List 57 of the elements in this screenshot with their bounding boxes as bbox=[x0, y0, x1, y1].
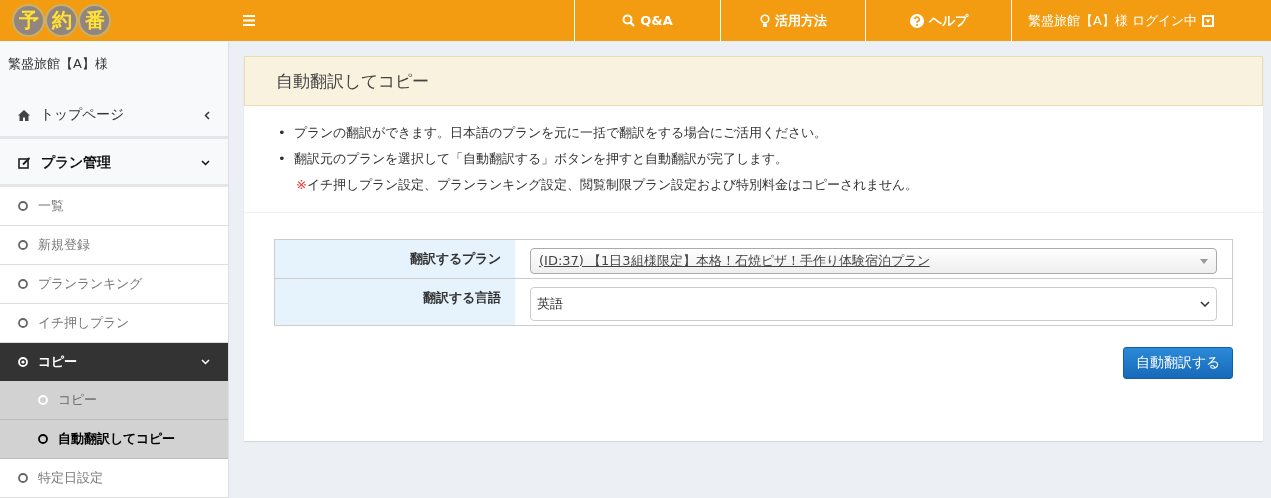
menu-icon[interactable] bbox=[243, 15, 255, 26]
sidebar-sublink[interactable]: 自動翻訳してコピー bbox=[0, 420, 228, 459]
circle-icon bbox=[38, 434, 48, 444]
note-text: 翻訳元のプランを選択して「自動翻訳する」ボタンを押すと自動翻訳が完了します。 bbox=[294, 150, 788, 168]
chevron-down-icon bbox=[1200, 301, 1210, 307]
sublink-label: 自動翻訳してコピー bbox=[58, 430, 175, 448]
nav-label: 活用方法 bbox=[774, 11, 827, 30]
sublink-label: コピー bbox=[58, 391, 97, 409]
nav-label: Q&A bbox=[640, 13, 673, 28]
group-label: コピー bbox=[38, 353, 78, 371]
sidebar-group[interactable]: コピー bbox=[0, 343, 228, 381]
translate-button[interactable]: 自動翻訳する bbox=[1123, 347, 1233, 379]
circle-icon bbox=[38, 395, 48, 405]
dropdown-arrow-icon bbox=[1200, 258, 1208, 264]
form-label: 翻訳する言語 bbox=[275, 279, 515, 325]
section-label: プラン管理 bbox=[41, 154, 112, 172]
sidebar-link[interactable]: 特定日設定 bbox=[0, 459, 228, 498]
plan-select[interactable]: (ID:37) 【1日3組様限定】本格！石焼ピザ！手作り体験宿泊プラン bbox=[530, 248, 1217, 274]
user-name: 繁盛旅館【A】様 bbox=[7, 55, 109, 73]
help-icon bbox=[909, 13, 924, 28]
circle-icon bbox=[18, 240, 28, 250]
circle-icon bbox=[18, 318, 28, 328]
nav-label: 繁盛旅館【A】様 ログイン中 bbox=[1028, 11, 1198, 30]
sidebar-link[interactable]: 新規登録 bbox=[0, 226, 228, 265]
chevron-down-icon bbox=[201, 359, 210, 365]
sidebar-link[interactable]: プランランキング bbox=[0, 265, 228, 304]
panel-title: 自動翻訳してコピー bbox=[244, 56, 1263, 106]
chevron-left-icon bbox=[204, 110, 210, 120]
warning-text: ※イチ押しプラン設定、プランランキング設定、閲覧制限プラン設定および特別料金はコピーされません。 bbox=[296, 176, 918, 194]
logo-character: 約 bbox=[45, 4, 78, 37]
lightbulb-icon bbox=[759, 13, 770, 28]
circle-icon bbox=[18, 473, 28, 483]
nav-label: ヘルプ bbox=[928, 11, 968, 30]
search-icon bbox=[622, 14, 636, 27]
link-label: 新規登録 bbox=[38, 236, 90, 254]
radio-dot-icon bbox=[18, 357, 28, 367]
dropdown-icon bbox=[1202, 14, 1215, 27]
logo-character: 予 bbox=[12, 4, 45, 37]
edit-icon bbox=[18, 157, 31, 169]
form-label: 翻訳するプラン bbox=[275, 240, 515, 278]
sidebar-sublink[interactable]: コピー bbox=[0, 381, 228, 420]
home-icon bbox=[18, 109, 30, 121]
note-text: プランの翻訳ができます。日本語のプランを元に一括で翻訳をする場合にご活用ください。 bbox=[294, 124, 827, 142]
logo-character: 番 bbox=[78, 4, 111, 37]
language-select[interactable]: 英語 bbox=[530, 287, 1217, 321]
bullet-mark: • bbox=[278, 150, 287, 168]
chevron-down-icon bbox=[201, 160, 210, 166]
circle-icon bbox=[18, 201, 28, 211]
section-label: トップページ bbox=[40, 106, 125, 124]
link-label: プランランキング bbox=[38, 275, 142, 293]
sidebar-link[interactable]: イチ押しプラン bbox=[0, 304, 228, 343]
link-label: イチ押しプラン bbox=[38, 314, 129, 332]
bullet-mark: • bbox=[278, 124, 287, 142]
link-label: 特定日設定 bbox=[38, 469, 103, 487]
link-label: 一覧 bbox=[38, 197, 64, 215]
sidebar-link[interactable]: 一覧 bbox=[0, 187, 228, 226]
circle-icon bbox=[18, 279, 28, 289]
